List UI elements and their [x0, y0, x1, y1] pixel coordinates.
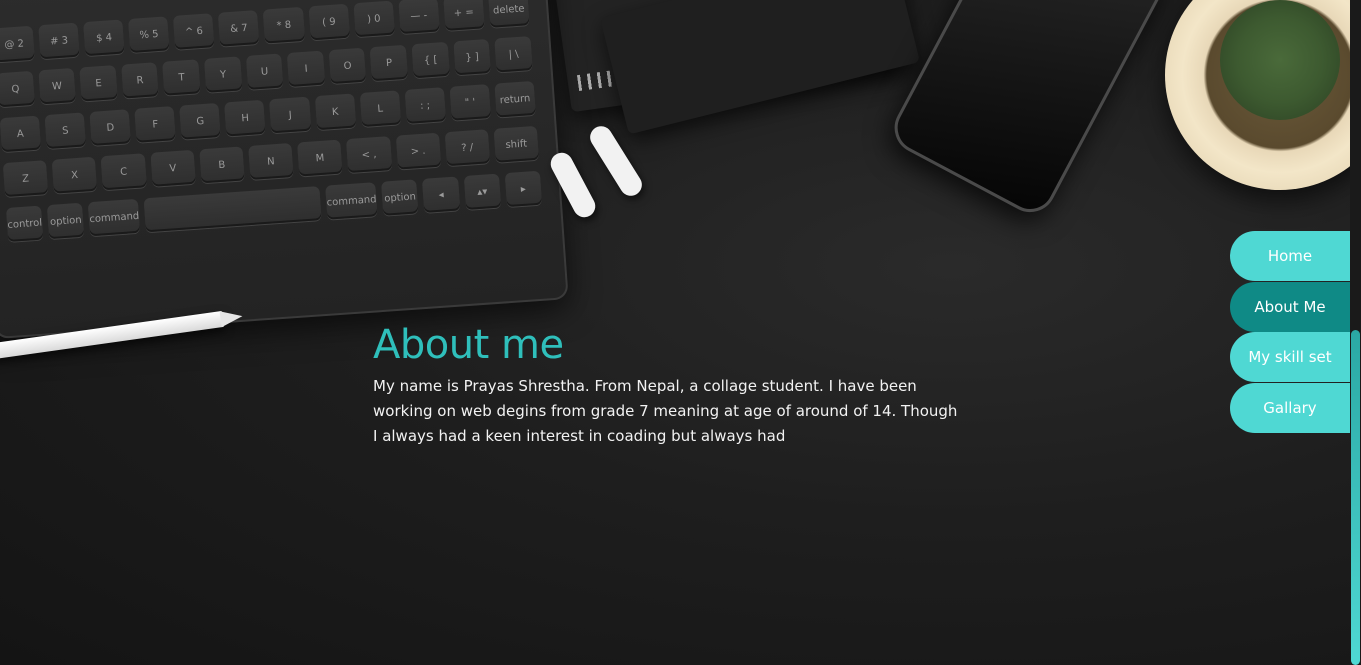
keyboard-key: * 8 — [263, 6, 305, 44]
nav-item-my-skill-set[interactable]: My skill set — [1230, 332, 1350, 383]
keyboard-key: control — [5, 205, 44, 242]
plant-image — [1165, 0, 1361, 190]
keyboard-key: { [ — [411, 41, 450, 79]
keyboard-key: P — [370, 44, 409, 82]
nav-item-about-me[interactable]: About Me — [1230, 281, 1350, 332]
keyboard-key: option — [47, 202, 85, 240]
keyboard-key: shift — [493, 125, 539, 163]
keyboard-key: & 7 — [218, 10, 260, 47]
keyboard-key: ) 0 — [353, 0, 395, 38]
keyboard-key: G — [179, 102, 221, 140]
keyboard-key: I — [287, 50, 326, 87]
keyboard-key: E — [79, 65, 118, 102]
keyboard-key: < , — [346, 136, 392, 174]
keyboard-key: ▴▾ — [463, 173, 502, 210]
about-section: About me My name is Prayas Shrestha. Fro… — [373, 322, 963, 449]
keyboard-key: Z — [2, 160, 49, 198]
nav-item-home[interactable]: Home — [1230, 231, 1350, 281]
earbud-image — [586, 122, 646, 200]
keyboard-key: # 3 — [38, 22, 80, 60]
keyboard-key: V — [150, 149, 196, 187]
keyboard-key: F — [134, 106, 176, 143]
keyboard-key — [143, 186, 322, 233]
keyboard-key: X — [51, 156, 98, 194]
scrollbar-thumb[interactable] — [1351, 330, 1360, 665]
keyboard-key: > . — [395, 132, 441, 170]
keyboard-key: W — [38, 67, 76, 105]
keyboard-key: delete — [488, 0, 530, 28]
page: @ 2 # 3 $ 4% 5 ^ 6 & 7 * 8( 9) 0— - + = delete … — [0, 0, 1361, 665]
notebook-image-2 — [599, 0, 921, 135]
keyboard-key: ( 9 — [308, 3, 350, 41]
keyboard-key: % 5 — [128, 16, 170, 53]
keyboard-key: return — [494, 80, 536, 118]
keyboard-key: | \ — [494, 36, 533, 73]
keyboard-key: " ' — [449, 84, 491, 121]
keyboard-key: O — [328, 47, 367, 85]
about-heading: About me — [373, 322, 564, 368]
keyboard-key: } ] — [453, 38, 492, 76]
keyboard-key: R — [121, 62, 159, 99]
keyboard-key: option — [381, 179, 419, 216]
keyboard-key: command — [88, 198, 141, 237]
keyboard-key: : ; — [404, 87, 446, 124]
keyboard-key: D — [89, 109, 132, 146]
keyboard-key: ? / — [444, 129, 490, 167]
side-nav: Home About Me My skill set Gallary — [1230, 231, 1350, 433]
keyboard-key: C — [100, 153, 147, 191]
keyboard-key: N — [248, 142, 294, 180]
nav-item-gallary[interactable]: Gallary — [1230, 382, 1350, 433]
keyboard-key: K — [314, 93, 356, 131]
keyboard-key: S — [44, 112, 87, 150]
keyboard-key: ◂ — [422, 176, 460, 213]
keyboard-key: ▸ — [504, 170, 543, 208]
phone-image — [885, 0, 1171, 222]
keyboard-key: $ 4 — [83, 19, 125, 57]
keyboard-key: + = — [443, 0, 485, 31]
keyboard-key: A — [0, 115, 42, 153]
keyboard-key: B — [199, 146, 245, 184]
keyboard-key: J — [269, 96, 311, 134]
keyboard-key: H — [224, 99, 266, 137]
keyboard-key: M — [297, 139, 343, 177]
keyboard-key: ^ 6 — [173, 13, 215, 50]
scrollbar[interactable] — [1350, 0, 1361, 665]
keyboard-key: L — [359, 90, 401, 128]
keyboard-key: Y — [204, 56, 243, 93]
keyboard-image: @ 2 # 3 $ 4% 5 ^ 6 & 7 * 8( 9) 0— - + = delete … — [0, 0, 569, 340]
keyboard-key: T — [162, 59, 201, 96]
keyboard-key: U — [245, 53, 284, 90]
about-paragraph: My name is Prayas Shrestha. From Nepal, … — [373, 377, 958, 445]
keyboard-key: Q — [0, 70, 35, 108]
keyboard-key: @ 2 — [0, 25, 35, 63]
keyboard-key: — - — [398, 0, 440, 35]
keyboard-key: command — [325, 182, 378, 220]
